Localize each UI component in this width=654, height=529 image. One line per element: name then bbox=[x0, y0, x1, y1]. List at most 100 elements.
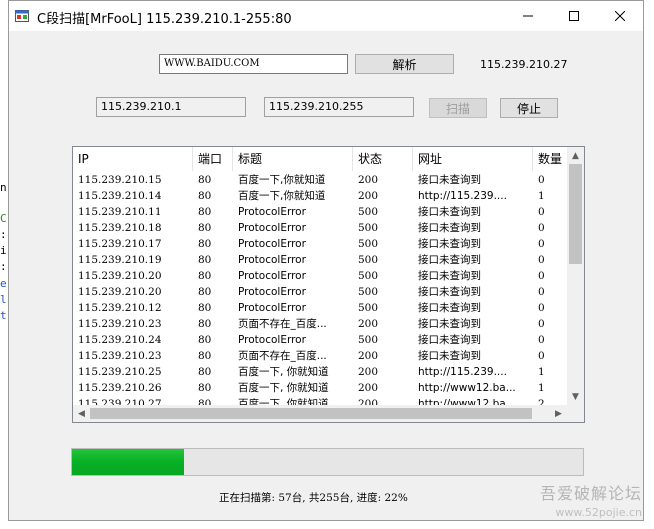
close-button[interactable] bbox=[597, 1, 643, 31]
cell-status: 200 bbox=[358, 318, 379, 330]
cell-status: 500 bbox=[358, 286, 379, 298]
cell-count: 0 bbox=[538, 302, 545, 314]
table-row[interactable]: 115.239.210.24 80 ProtocolError 500 接口未查询到 0 bbox=[73, 332, 568, 348]
cell-count: 0 bbox=[538, 270, 545, 282]
cell-port: 80 bbox=[198, 286, 212, 298]
cell-title: ProtocolError bbox=[238, 254, 306, 266]
watermark-title: 吾爱破解论坛 bbox=[539, 484, 642, 503]
table-row[interactable]: 115.239.210.18 80 ProtocolError 500 接口未查询到 0 bbox=[73, 220, 568, 236]
cell-status: 200 bbox=[358, 350, 379, 362]
vertical-scrollbar[interactable]: ▲ ▼ bbox=[567, 147, 584, 405]
col-url[interactable]: 网址 bbox=[413, 147, 533, 171]
cell-port: 80 bbox=[198, 174, 212, 186]
cell-ip: 115.239.210.23 bbox=[78, 350, 162, 362]
minimize-button[interactable] bbox=[505, 1, 551, 31]
scan-progress-bar bbox=[71, 448, 584, 476]
maximize-button[interactable] bbox=[551, 1, 597, 31]
table-row[interactable]: 115.239.210.23 80 页面不存在_百度... 200 接口未查询到 0 bbox=[73, 316, 568, 332]
cell-status: 500 bbox=[358, 254, 379, 266]
scroll-down-icon[interactable]: ▼ bbox=[567, 388, 584, 405]
cell-ip: 115.239.210.23 bbox=[78, 318, 162, 330]
horizontal-scroll-thumb[interactable] bbox=[90, 408, 532, 419]
scroll-right-icon[interactable]: ▶ bbox=[550, 405, 567, 422]
bg-char: e bbox=[0, 277, 7, 290]
cell-ip: 115.239.210.19 bbox=[78, 254, 162, 266]
title-bar[interactable]: C段扫描[MrFooL] 115.239.210.1-255:80 bbox=[9, 1, 643, 31]
col-title[interactable]: 标题 bbox=[233, 147, 353, 171]
cell-title: ProtocolError bbox=[238, 238, 306, 250]
cell-ip: 115.239.210.25 bbox=[78, 366, 162, 378]
resolved-ip-label: 115.239.210.27 bbox=[480, 58, 568, 71]
cell-ip: 115.239.210.18 bbox=[78, 222, 162, 234]
table-row[interactable]: 115.239.210.14 80 百度一下,你就知道 200 http://115.2… bbox=[73, 188, 568, 204]
cell-url: 接口未查询到 bbox=[418, 334, 481, 346]
table-header: IP 端口 标题 状态 网址 数量 bbox=[73, 147, 568, 171]
cell-url: 接口未查询到 bbox=[418, 254, 481, 266]
scrollbar-corner bbox=[567, 405, 584, 422]
cell-title: 百度一下,你就知道 bbox=[238, 174, 326, 186]
table-row[interactable]: 115.239.210.20 80 ProtocolError 500 接口未查询到 0 bbox=[73, 268, 568, 284]
status-text: 正在扫描第: 57台, 共255台, 进度: 22% bbox=[219, 492, 408, 504]
cell-count: 1 bbox=[538, 190, 545, 202]
cell-url: 接口未查询到 bbox=[418, 286, 481, 298]
cell-url: 接口未查询到 bbox=[418, 318, 481, 330]
cell-url: 接口未查询到 bbox=[418, 206, 481, 218]
cell-count: 0 bbox=[538, 318, 545, 330]
stop-button[interactable]: 停止 bbox=[500, 98, 558, 118]
cell-title: ProtocolError bbox=[238, 286, 306, 298]
cell-count: 0 bbox=[538, 222, 545, 234]
cell-url: 接口未查询到 bbox=[418, 302, 481, 314]
table-row[interactable]: 115.239.210.23 80 页面不存在_百度... 200 接口未查询到 0 bbox=[73, 348, 568, 364]
cell-url: 接口未查询到 bbox=[418, 174, 481, 186]
col-port[interactable]: 端口 bbox=[193, 147, 233, 171]
window-title: C段扫描[MrFooL] 115.239.210.1-255:80 bbox=[37, 12, 292, 27]
scroll-left-icon[interactable]: ◀ bbox=[73, 405, 90, 422]
cell-title: 百度一下, 你就知道 bbox=[238, 366, 329, 378]
cell-ip: 115.239.210.14 bbox=[78, 190, 162, 202]
cell-ip: 115.239.210.11 bbox=[78, 206, 162, 218]
cell-status: 200 bbox=[358, 382, 379, 394]
table-row[interactable]: 115.239.210.11 80 ProtocolError 500 接口未查询到 0 bbox=[73, 204, 568, 220]
start-ip-input[interactable]: 115.239.210.1 bbox=[96, 97, 246, 117]
bg-char: : bbox=[0, 228, 7, 241]
cell-port: 80 bbox=[198, 334, 212, 346]
table-row[interactable]: 115.239.210.12 80 ProtocolError 500 接口未查询到 0 bbox=[73, 300, 568, 316]
result-table[interactable]: IP 端口 标题 状态 网址 数量 115.239.210.15 80 百度一下,你… bbox=[72, 146, 585, 423]
cell-port: 80 bbox=[198, 302, 212, 314]
minimize-icon bbox=[523, 15, 533, 17]
cell-port: 80 bbox=[198, 318, 212, 330]
cell-title: 百度一下,你就知道 bbox=[238, 190, 326, 202]
table-row[interactable]: 115.239.210.25 80 百度一下, 你就知道 200 http://115.… bbox=[73, 364, 568, 380]
table-row[interactable]: 115.239.210.17 80 ProtocolError 500 接口未查询到 0 bbox=[73, 236, 568, 252]
scan-button[interactable]: 扫描 bbox=[429, 98, 487, 118]
cell-status: 500 bbox=[358, 270, 379, 282]
cell-ip: 115.239.210.12 bbox=[78, 302, 162, 314]
bg-char: t bbox=[0, 309, 7, 322]
cell-count: 1 bbox=[538, 366, 545, 378]
horizontal-scrollbar[interactable]: ◀ ▶ bbox=[73, 405, 567, 422]
cell-port: 80 bbox=[198, 270, 212, 282]
cell-ip: 115.239.210.26 bbox=[78, 382, 162, 394]
cell-status: 500 bbox=[358, 222, 379, 234]
cell-count: 0 bbox=[538, 174, 545, 186]
table-row[interactable]: 115.239.210.19 80 ProtocolError 500 接口未查询到 0 bbox=[73, 252, 568, 268]
table-row[interactable]: 115.239.210.26 80 百度一下, 你就知道 200 http://www1… bbox=[73, 380, 568, 396]
app-icon bbox=[15, 10, 29, 22]
cell-url: 接口未查询到 bbox=[418, 238, 481, 250]
col-status[interactable]: 状态 bbox=[353, 147, 413, 171]
domain-input[interactable]: WWW.BAIDU.COM bbox=[159, 54, 348, 74]
table-row[interactable]: 115.239.210.15 80 百度一下,你就知道 200 接口未查询到 0 bbox=[73, 172, 568, 188]
watermark-url: www.52pojie.cn bbox=[555, 506, 642, 519]
col-ip[interactable]: IP bbox=[73, 147, 193, 171]
resolve-button[interactable]: 解析 bbox=[355, 54, 454, 74]
maximize-icon bbox=[569, 11, 579, 21]
background-desktop: n C : i : e l t bbox=[0, 0, 8, 529]
scroll-up-icon[interactable]: ▲ bbox=[567, 147, 584, 164]
table-row[interactable]: 115.239.210.20 80 ProtocolError 500 接口未查询到 0 bbox=[73, 284, 568, 300]
cell-status: 200 bbox=[358, 174, 379, 186]
end-ip-input[interactable]: 115.239.210.255 bbox=[264, 97, 414, 117]
bg-char: l bbox=[0, 293, 7, 306]
cell-status: 500 bbox=[358, 302, 379, 314]
vertical-scroll-thumb[interactable] bbox=[569, 164, 582, 264]
cell-status: 500 bbox=[358, 334, 379, 346]
